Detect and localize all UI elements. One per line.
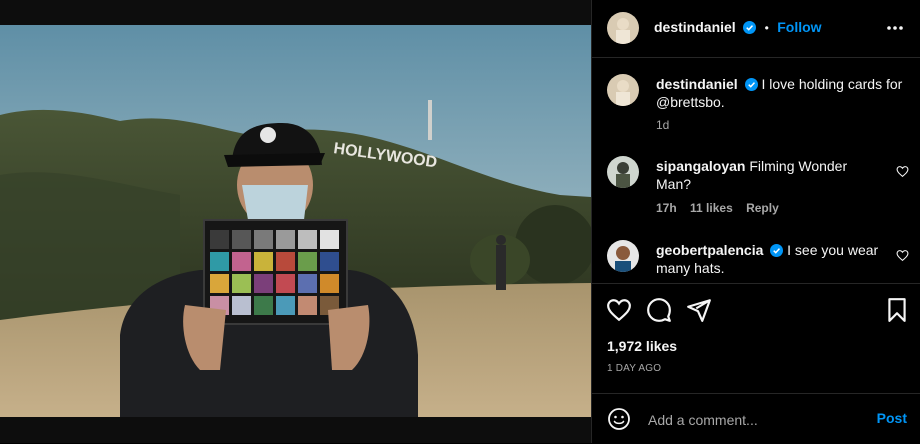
color-swatch	[210, 274, 229, 293]
commenter-avatar[interactable]	[607, 240, 639, 272]
more-options-icon[interactable]	[885, 18, 905, 38]
color-swatch	[276, 274, 295, 293]
instagram-post-viewer: HOLLYWOOD destindaniel • Follow destinda…	[0, 0, 920, 443]
comment-bubble-icon[interactable]	[646, 297, 672, 323]
color-swatch	[298, 230, 317, 249]
verified-badge-icon	[744, 78, 758, 91]
comment-like-heart-icon[interactable]	[896, 249, 909, 262]
color-swatch	[210, 252, 229, 271]
emoji-icon[interactable]	[607, 407, 631, 431]
photo-pane: HOLLYWOOD	[0, 0, 591, 443]
comment-age: 17h	[656, 201, 677, 215]
follow-button[interactable]: Follow	[777, 19, 821, 35]
likes-count[interactable]: 1,972 likes	[607, 338, 677, 354]
color-swatch	[298, 296, 317, 315]
post-sidebar: destindaniel • Follow destindaniel I lov…	[592, 0, 920, 443]
commenter-username[interactable]: sipangaloyan	[656, 158, 745, 174]
color-swatch	[232, 230, 251, 249]
post-header: destindaniel • Follow	[592, 0, 920, 58]
photo-illustration: HOLLYWOOD	[0, 25, 591, 417]
color-swatch	[276, 252, 295, 271]
comment-input[interactable]	[646, 409, 850, 431]
verified-badge-icon	[743, 21, 757, 34]
post-photo[interactable]: HOLLYWOOD	[0, 25, 591, 417]
color-swatch	[254, 252, 273, 271]
color-swatch	[254, 296, 273, 315]
color-swatch	[298, 252, 317, 271]
save-bookmark-icon[interactable]	[884, 297, 910, 323]
caption-username[interactable]: destindaniel	[656, 76, 738, 92]
color-swatch	[320, 230, 339, 249]
post-button[interactable]: Post	[877, 410, 907, 426]
color-swatch	[320, 252, 339, 271]
comment-composer: Post	[592, 393, 920, 444]
commenter-username[interactable]: geobertpalencia	[656, 242, 763, 258]
commenter-avatar[interactable]	[607, 156, 639, 188]
caption-avatar[interactable]	[607, 74, 639, 106]
author-avatar[interactable]	[607, 12, 639, 44]
color-swatch	[276, 230, 295, 249]
color-swatch	[232, 274, 251, 293]
color-swatch	[232, 252, 251, 271]
comment-likes[interactable]: 11 likes	[690, 201, 733, 215]
action-bar: 1,972 likes 1 DAY AGO	[592, 283, 920, 394]
share-send-icon[interactable]	[686, 297, 712, 323]
post-date: 1 DAY AGO	[607, 363, 662, 374]
reply-button[interactable]: Reply	[746, 201, 779, 215]
color-swatch	[320, 274, 339, 293]
color-swatch	[232, 296, 251, 315]
comment-like-heart-icon[interactable]	[896, 165, 909, 178]
author-username[interactable]: destindaniel	[654, 19, 736, 35]
color-swatch	[298, 274, 317, 293]
color-swatch	[254, 230, 273, 249]
caption-age: 1d	[656, 118, 670, 132]
like-heart-icon[interactable]	[606, 297, 632, 323]
verified-badge-icon	[770, 244, 784, 257]
color-swatch	[276, 296, 295, 315]
separator-dot: •	[764, 21, 769, 35]
color-swatch	[254, 274, 273, 293]
color-swatch	[210, 230, 229, 249]
